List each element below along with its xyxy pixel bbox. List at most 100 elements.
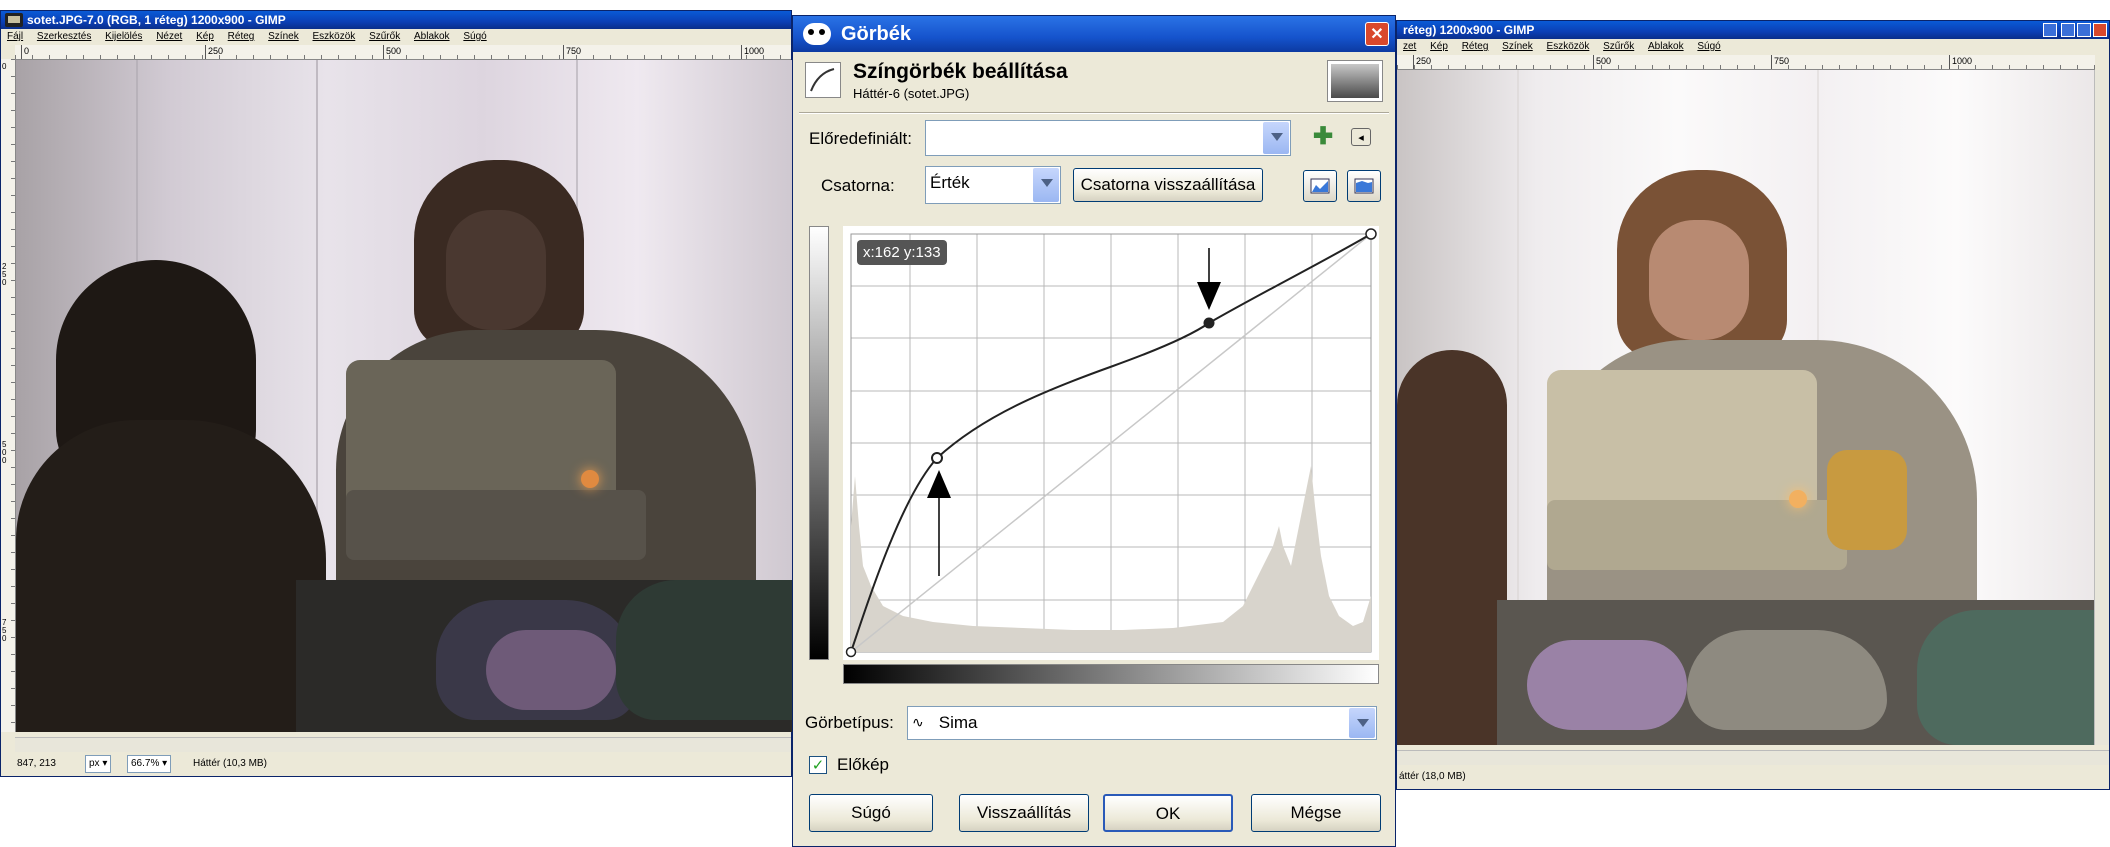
curve-graph[interactable]: x:162 y:133	[843, 226, 1379, 660]
log-histogram-icon[interactable]	[1347, 170, 1381, 202]
menu-colors[interactable]: Színek	[268, 31, 299, 42]
person-right-face	[446, 210, 546, 330]
right-vscroll[interactable]	[2094, 70, 2109, 745]
menu-select[interactable]: Kijelölés	[105, 31, 142, 42]
curves-dialog: Görbék ✕ Színgörbék beállítása Háttér-6 …	[792, 15, 1396, 847]
left-image-window: sotet.JPG-7.0 (RGB, 1 réteg) 1200x900 - …	[0, 10, 793, 777]
menu-view[interactable]: Nézet	[156, 31, 182, 42]
right-image-window: réteg) 1200x900 - GIMP zet Kép Réteg Szí…	[1396, 20, 2110, 790]
pointer-coords: 847, 213	[17, 758, 56, 769]
left-vertical-ruler: 0 250 500 750	[1, 59, 16, 732]
left-hscroll[interactable]	[15, 737, 791, 752]
restore-button[interactable]	[2077, 23, 2091, 37]
arrow-up-head	[927, 470, 951, 498]
thumbnail-image	[1331, 64, 1379, 98]
dialog-title: Görbék	[841, 23, 912, 45]
zoom-select[interactable]: 66.7% ▾	[127, 755, 172, 773]
coordinate-readout: x:162 y:133	[857, 240, 947, 265]
dialog-subheading: Háttér-6 (sotet.JPG)	[853, 86, 970, 101]
chevron-down-icon[interactable]	[1349, 708, 1375, 738]
menu-image[interactable]: Kép	[1430, 41, 1448, 52]
ruler-label: 0	[21, 45, 29, 59]
reset-channel-button[interactable]: Csatorna visszaállítása	[1073, 168, 1263, 202]
curve-type-value: Sima	[938, 713, 978, 732]
curve-type-combo[interactable]: ∿ Sima	[907, 706, 1377, 740]
menu-file[interactable]: Fájl	[7, 31, 23, 42]
menu-image[interactable]: Kép	[196, 31, 214, 42]
menu-tools[interactable]: Eszközök	[1547, 41, 1590, 52]
reset-button[interactable]: Visszaállítás	[959, 794, 1089, 832]
right-statusbar: áttér (18,0 MB)	[1397, 765, 2109, 789]
image-canvas-bright[interactable]	[1397, 70, 2097, 745]
curves-tool-icon	[805, 62, 841, 98]
fabric-teal	[616, 580, 793, 720]
maximize-button[interactable]	[2061, 23, 2075, 37]
image-canvas-dark[interactable]	[16, 60, 793, 732]
close-icon[interactable]	[2093, 23, 2107, 37]
close-button[interactable]: ✕	[1365, 22, 1389, 46]
fabric-purple	[1527, 640, 1687, 730]
control-point[interactable]	[931, 452, 943, 464]
ruler-label: 1000	[1949, 55, 1972, 69]
ruler-label: 750	[2, 618, 7, 643]
person-left-body	[16, 420, 326, 732]
smooth-curve-icon: ∿	[912, 714, 924, 731]
menu-colors[interactable]: Színek	[1502, 41, 1533, 52]
person-right-face	[1649, 220, 1749, 340]
menu-windows[interactable]: Ablakok	[414, 31, 450, 42]
zoom-value: 66.7%	[131, 758, 160, 769]
menu-edit[interactable]: Szerkesztés	[37, 31, 91, 42]
left-window-title: sotet.JPG-7.0 (RGB, 1 réteg) 1200x900 - …	[27, 13, 286, 27]
layer-thumbnail	[1327, 60, 1383, 102]
linear-histogram-icon[interactable]	[1303, 170, 1337, 202]
left-menubar: Fájl Szerkesztés Kijelölés Nézet Kép Rét…	[1, 29, 791, 45]
preview-label: Előkép	[837, 755, 889, 774]
ruler-label: 750	[1771, 55, 1789, 69]
ok-button[interactable]: OK	[1103, 794, 1233, 832]
menu-tools[interactable]: Eszközök	[313, 31, 356, 42]
dialog-titlebar[interactable]: Görbék ✕	[793, 16, 1395, 52]
menu-filters[interactable]: Szűrők	[369, 31, 400, 42]
gimp-icon	[5, 13, 23, 27]
channel-combo[interactable]: Érték	[925, 166, 1061, 204]
menu-filters[interactable]: Szűrők	[1603, 41, 1634, 52]
ruler-label: 750	[563, 45, 581, 59]
control-point[interactable]	[845, 646, 857, 658]
sewing-light	[1789, 490, 1807, 508]
chevron-down-icon[interactable]	[1263, 122, 1289, 154]
right-hscroll[interactable]	[1397, 750, 2109, 765]
menu-help[interactable]: Súgó	[1697, 41, 1720, 52]
right-window-titlebar[interactable]: réteg) 1200x900 - GIMP	[1397, 21, 2109, 39]
menu-layer[interactable]: Réteg	[1462, 41, 1489, 52]
fabric-teal	[1917, 610, 2097, 745]
sewing-machine-base	[346, 490, 646, 560]
sewing-light	[581, 470, 599, 488]
person-left	[1397, 350, 1507, 745]
control-point[interactable]	[1365, 228, 1377, 240]
minimize-button[interactable]	[2043, 23, 2057, 37]
ruler-label: 250	[1413, 55, 1431, 69]
menu-layer[interactable]: Réteg	[228, 31, 255, 42]
curve-type-label: Görbetípus:	[805, 713, 894, 732]
layer-info: Háttér (10,3 MB)	[193, 758, 267, 769]
control-point[interactable]	[1203, 317, 1215, 329]
preset-combo[interactable]	[925, 120, 1291, 156]
ruler-label: 500	[1593, 55, 1611, 69]
cancel-button[interactable]: Mégse	[1251, 794, 1381, 832]
menu-view[interactable]: zet	[1403, 41, 1416, 52]
menu-windows[interactable]: Ablakok	[1648, 41, 1684, 52]
input-gradient-bar	[843, 664, 1379, 684]
fabric-pile	[1687, 630, 1887, 730]
unit-select[interactable]: px ▾	[85, 755, 112, 773]
preview-checkbox[interactable]: ✓	[809, 756, 827, 774]
add-preset-icon[interactable]: ✚	[1313, 125, 1337, 150]
chevron-down-icon[interactable]	[1033, 168, 1059, 202]
left-window-titlebar[interactable]: sotet.JPG-7.0 (RGB, 1 réteg) 1200x900 - …	[1, 11, 791, 29]
channel-label: Csatorna:	[821, 176, 895, 195]
menu-help[interactable]: Súgó	[463, 31, 486, 42]
preset-menu-icon[interactable]: ◂	[1351, 128, 1371, 146]
gimp-eyes-icon	[803, 23, 831, 45]
help-button[interactable]: Súgó	[809, 794, 933, 832]
left-horizontal-ruler: 0 250 500 750 1000	[15, 45, 791, 60]
preset-label: Előredefiniált:	[809, 129, 913, 148]
